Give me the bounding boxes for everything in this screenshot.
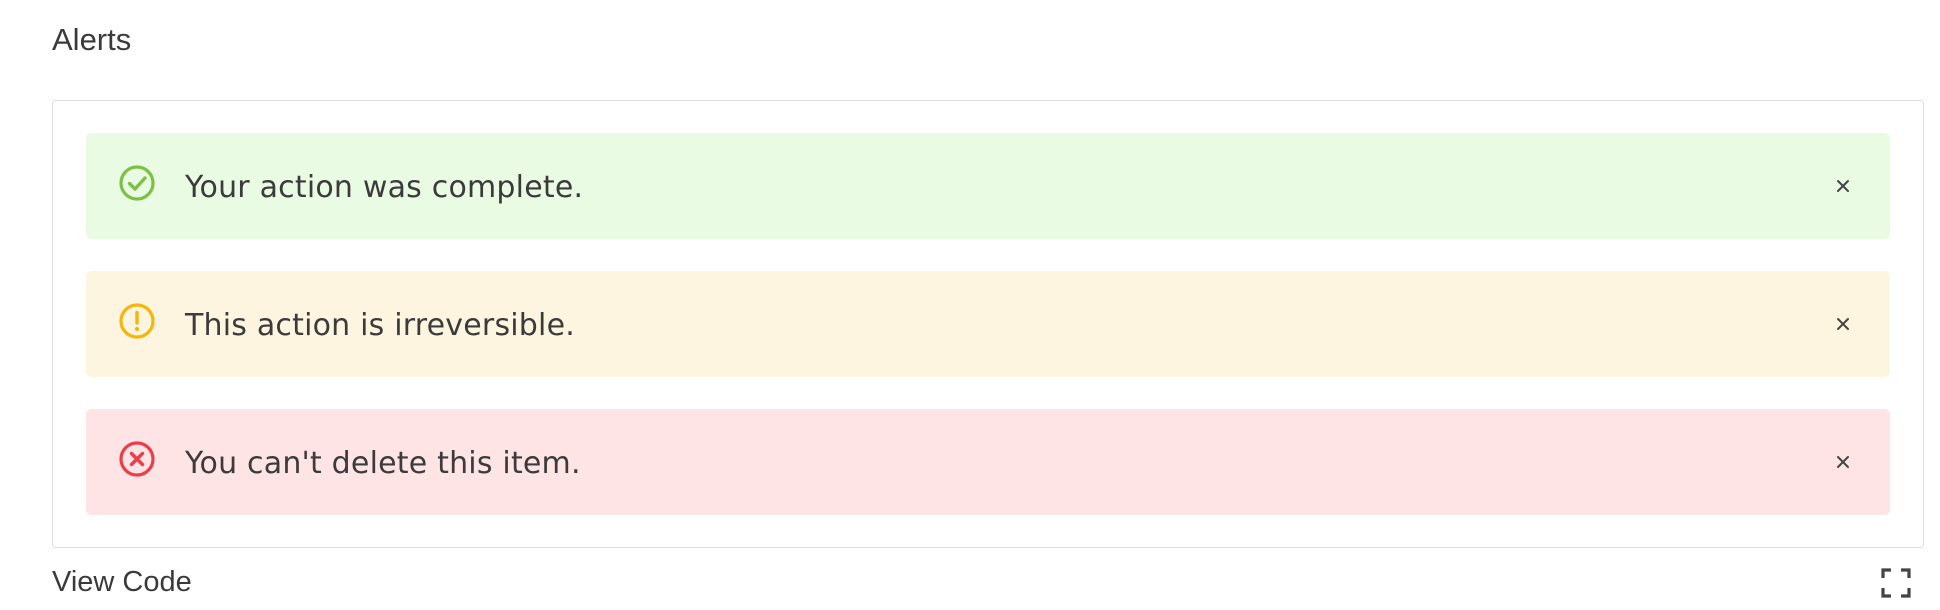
alert-message: This action is irreversible. — [185, 308, 575, 343]
alert-success: Your action was complete. — [86, 133, 1890, 239]
close-icon[interactable] — [1826, 307, 1860, 341]
x-circle-icon — [118, 440, 156, 478]
alert-warning: This action is irreversible. — [86, 271, 1890, 377]
alert-message: You can't delete this item. — [185, 446, 581, 481]
alert-error: You can't delete this item. — [86, 409, 1890, 515]
view-code-link[interactable]: View Code — [52, 566, 192, 599]
check-circle-icon — [118, 164, 156, 202]
fullscreen-icon[interactable] — [1880, 567, 1912, 599]
alerts-demo-panel: Your action was complete. This action is… — [52, 100, 1924, 548]
close-icon[interactable] — [1826, 445, 1860, 479]
exclamation-circle-icon — [118, 302, 156, 340]
close-icon[interactable] — [1826, 169, 1860, 203]
section-title: Alerts — [52, 22, 132, 57]
alert-message: Your action was complete. — [185, 170, 584, 205]
